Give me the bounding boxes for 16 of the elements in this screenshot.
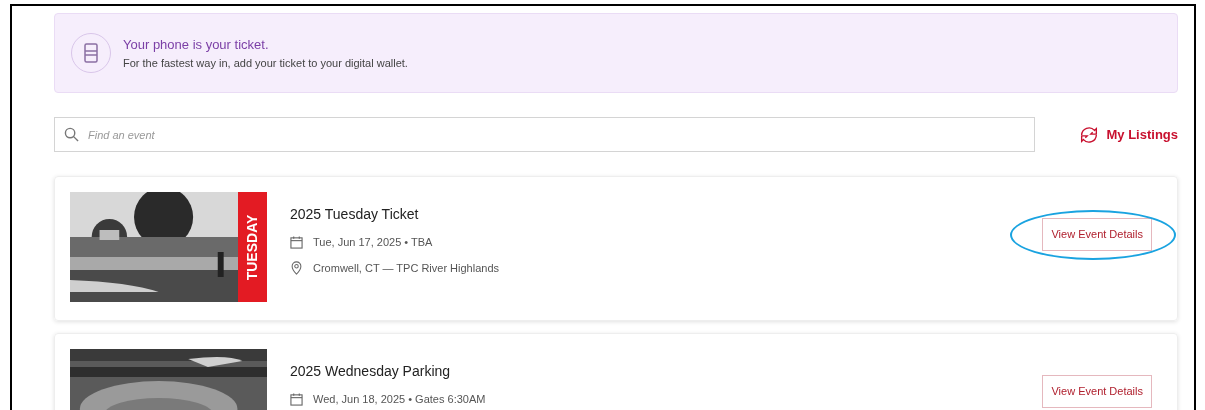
banner-text: For the fastest way in, add your ticket to your digital wallet. bbox=[123, 55, 408, 71]
search-field[interactable]: Find an event bbox=[54, 117, 1035, 152]
day-tag: TUESDAY bbox=[238, 192, 267, 302]
event-title: 2025 Wednesday Parking bbox=[290, 362, 452, 381]
search-icon bbox=[64, 127, 79, 142]
event-date: Tue, Jun 17, 2025 • TBA bbox=[313, 235, 433, 250]
calendar-icon bbox=[290, 392, 303, 406]
view-details-button[interactable]: View Event Details bbox=[1042, 218, 1152, 251]
event-location: Cromwell, CT — TPC River Highlands bbox=[313, 260, 500, 276]
calendar-icon bbox=[290, 235, 303, 249]
my-listings-link[interactable]: My Listings bbox=[1078, 123, 1178, 146]
banner-title: Your phone is your ticket. bbox=[123, 36, 270, 54]
location-pin-icon bbox=[290, 260, 303, 275]
event-title: 2025 Tuesday Ticket bbox=[290, 205, 420, 224]
event-date: Wed, Jun 18, 2025 • Gates 6:30AM bbox=[313, 392, 486, 407]
view-details-button[interactable]: View Event Details bbox=[1042, 375, 1152, 408]
